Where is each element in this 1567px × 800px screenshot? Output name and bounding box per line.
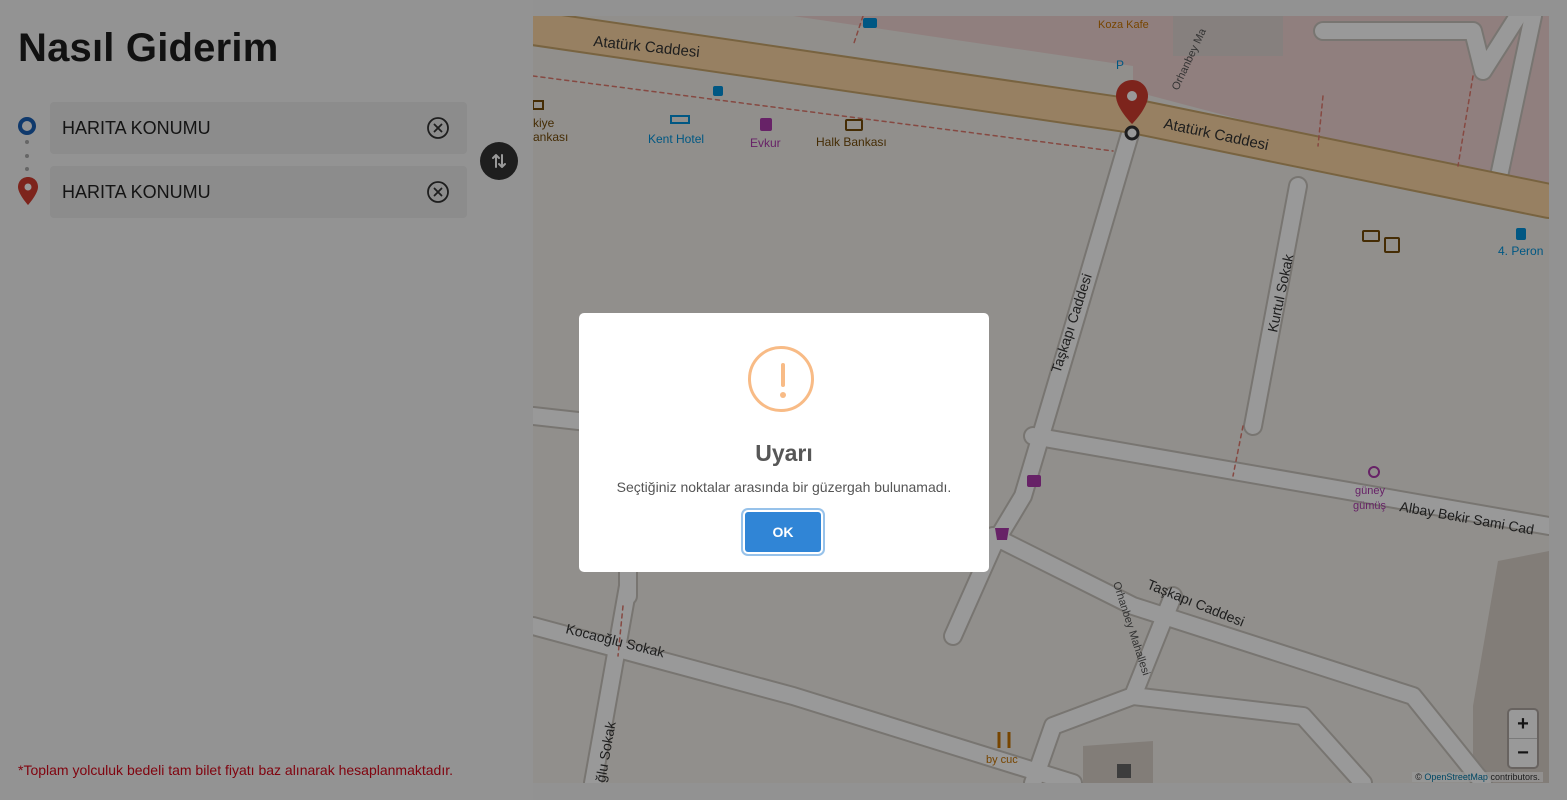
ok-button[interactable]: OK — [745, 512, 821, 552]
dialog-message: Seçtiğiniz noktalar arasında bir güzerga… — [616, 479, 952, 495]
warning-icon — [748, 346, 814, 412]
warning-dialog: Uyarı Seçtiğiniz noktalar arasında bir g… — [579, 313, 989, 572]
dialog-title: Uyarı — [755, 440, 813, 466]
